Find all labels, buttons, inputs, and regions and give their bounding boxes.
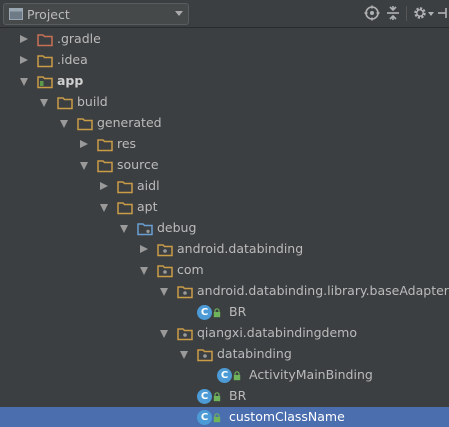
- tree-item-label: source: [117, 157, 159, 172]
- expand-arrow-down-icon[interactable]: [120, 225, 128, 233]
- expand-arrow-down-icon[interactable]: [180, 351, 188, 359]
- tree-row[interactable]: aidl: [0, 176, 449, 197]
- tree-item-label: android.databinding: [177, 241, 304, 256]
- package-icon: [157, 244, 173, 257]
- tree-row[interactable]: C BR: [0, 302, 449, 323]
- tree-row[interactable]: .gradle: [0, 29, 449, 50]
- expand-arrow-down-icon[interactable]: [160, 330, 168, 338]
- tree-item-label: ActivityMainBinding: [249, 367, 373, 382]
- project-tree[interactable]: .gradle .idea app build generated res source ai…: [0, 28, 449, 427]
- settings-icon[interactable]: [412, 5, 428, 21]
- tree-item-label: BR: [229, 304, 247, 319]
- tree-item-label: customClassName: [229, 409, 345, 424]
- project-tool-window-header: Project: [0, 0, 449, 28]
- source-root-folder-icon: [137, 223, 153, 236]
- expand-arrow-right-icon[interactable]: [140, 245, 148, 253]
- unlocked-icon: [213, 392, 221, 402]
- expand-arrow-right-icon[interactable]: [80, 140, 88, 148]
- tree-row[interactable]: debug: [0, 218, 449, 239]
- folder-icon: [117, 202, 133, 215]
- folder-icon: [57, 97, 73, 110]
- expand-arrow-down-icon[interactable]: [80, 162, 88, 170]
- tree-row[interactable]: app: [0, 71, 449, 92]
- expand-arrow-down-icon[interactable]: [20, 78, 28, 86]
- settings-dropdown-icon[interactable]: [428, 12, 434, 16]
- unlocked-icon: [213, 413, 221, 423]
- expand-arrow-down-icon[interactable]: [60, 120, 68, 128]
- expand-arrow-right-icon[interactable]: [20, 56, 28, 64]
- class-icon: C: [197, 410, 212, 425]
- tree-row[interactable]: qiangxi.databindingdemo: [0, 323, 449, 344]
- project-view-title: Project: [27, 7, 70, 22]
- package-icon: [177, 286, 193, 299]
- expand-arrow-right-icon[interactable]: [100, 182, 108, 190]
- hide-panel-icon[interactable]: [436, 5, 448, 21]
- tree-row[interactable]: C ActivityMainBinding: [0, 365, 449, 386]
- expand-arrow-down-icon[interactable]: [40, 99, 48, 107]
- package-icon: [177, 328, 193, 341]
- class-icon: C: [197, 305, 212, 320]
- tree-item-label: apt: [137, 199, 158, 214]
- tree-row[interactable]: android.databinding: [0, 239, 449, 260]
- tree-item-label: qiangxi.databindingdemo: [197, 325, 357, 340]
- globe-target-icon[interactable]: [364, 5, 380, 21]
- tree-row[interactable]: .idea: [0, 50, 449, 71]
- expand-arrow-down-icon[interactable]: [140, 267, 148, 275]
- tree-item-label: build: [77, 94, 108, 109]
- expand-arrow-down-icon[interactable]: [100, 204, 108, 212]
- tree-row[interactable]: build: [0, 92, 449, 113]
- folder-icon: [37, 55, 53, 68]
- tree-row[interactable]: C BR: [0, 386, 449, 407]
- class-icon: C: [217, 368, 232, 383]
- tree-row[interactable]: apt: [0, 197, 449, 218]
- tree-row[interactable]: generated: [0, 113, 449, 134]
- collapse-all-icon[interactable]: [385, 5, 401, 21]
- chevron-down-icon: [175, 11, 183, 16]
- folder-icon: [97, 139, 113, 152]
- tree-item-label: aidl: [137, 178, 160, 193]
- tree-item-label: BR: [229, 388, 247, 403]
- tree-item-label: .gradle: [57, 31, 101, 46]
- folder-gradle-icon: [37, 34, 53, 47]
- toolbar-separator: [406, 6, 407, 21]
- tree-row[interactable]: source: [0, 155, 449, 176]
- tree-row[interactable]: CcustomClassName: [0, 407, 449, 427]
- tree-row[interactable]: android.databinding.library.baseAdapters: [0, 281, 449, 302]
- folder-icon: [77, 118, 93, 131]
- tree-item-label: .idea: [57, 52, 88, 67]
- tree-item-label: com: [177, 262, 204, 277]
- tree-item-label: databinding: [217, 346, 292, 361]
- package-icon: [197, 349, 213, 362]
- project-view-selector[interactable]: Project: [3, 3, 189, 25]
- tree-item-label: android.databinding.library.baseAdapters: [197, 283, 449, 298]
- expand-arrow-right-icon[interactable]: [20, 35, 28, 43]
- unlocked-icon: [233, 371, 241, 381]
- folder-icon: [97, 160, 113, 173]
- package-icon: [157, 265, 173, 278]
- project-icon: [9, 8, 23, 20]
- tree-row[interactable]: databinding: [0, 344, 449, 365]
- expand-arrow-down-icon[interactable]: [160, 288, 168, 296]
- module-folder-icon: [37, 76, 53, 89]
- folder-icon: [117, 181, 133, 194]
- tree-item-label: generated: [97, 115, 162, 130]
- tree-item-label: res: [117, 136, 137, 151]
- tree-row[interactable]: com: [0, 260, 449, 281]
- tree-item-label: debug: [157, 220, 197, 235]
- unlocked-icon: [213, 308, 221, 318]
- tree-item-label: app: [57, 73, 84, 88]
- tree-row[interactable]: res: [0, 134, 449, 155]
- class-icon: C: [197, 389, 212, 404]
